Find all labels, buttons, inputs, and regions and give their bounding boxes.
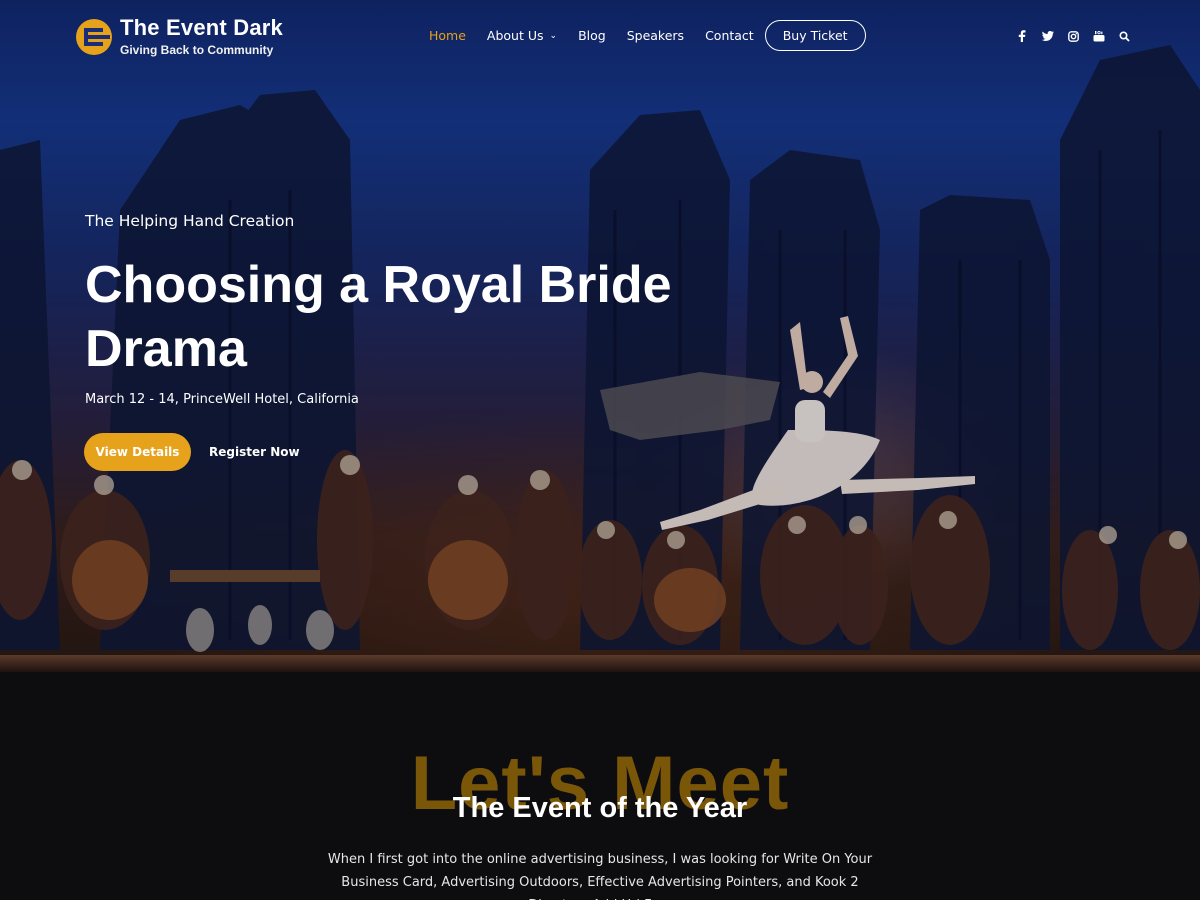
view-details-button[interactable]: View Details — [84, 433, 191, 471]
site-logo[interactable]: The Event Dark Giving Back to Community — [76, 17, 283, 57]
social-links — [1014, 28, 1142, 44]
site-tagline: Giving Back to Community — [120, 43, 274, 57]
twitter-icon[interactable] — [1040, 28, 1056, 44]
logo-icon — [76, 19, 112, 55]
nav-home[interactable]: Home — [429, 28, 466, 43]
nav-about-us[interactable]: About Us ⌄ — [487, 28, 557, 43]
stage-floor — [0, 655, 1200, 672]
instagram-icon[interactable] — [1065, 28, 1081, 44]
site-title[interactable]: The Event Dark — [120, 17, 283, 39]
chevron-down-icon: ⌄ — [549, 30, 558, 41]
nav-speakers[interactable]: Speakers — [627, 28, 684, 43]
section-title: The Event of the Year — [452, 792, 748, 824]
buy-ticket-button[interactable]: Buy Ticket — [764, 20, 866, 51]
hero-kicker: The Helping Hand Creation — [85, 212, 295, 230]
section-description: When I first got into the online adverti… — [327, 852, 873, 900]
main-nav: Home About Us ⌄ Blog Speakers Contact Buy… — [429, 20, 866, 51]
nav-blog[interactable]: Blog — [578, 28, 606, 43]
hero-title: Choosing a Royal Bride Drama — [85, 256, 672, 378]
facebook-icon[interactable] — [1014, 28, 1030, 44]
nav-contact[interactable]: Contact — [705, 28, 754, 43]
intro-section: Let's Meet The Event of the Year When I … — [0, 672, 1200, 900]
register-now-link[interactable]: Register Now — [209, 445, 300, 459]
hero-date-location: March 12 - 14, PrinceWell Hotel, Califor… — [85, 392, 359, 407]
search-icon[interactable] — [1116, 28, 1132, 44]
site-header: The Event Dark Giving Back to Community … — [0, 0, 1200, 78]
youtube-icon[interactable] — [1091, 28, 1107, 44]
